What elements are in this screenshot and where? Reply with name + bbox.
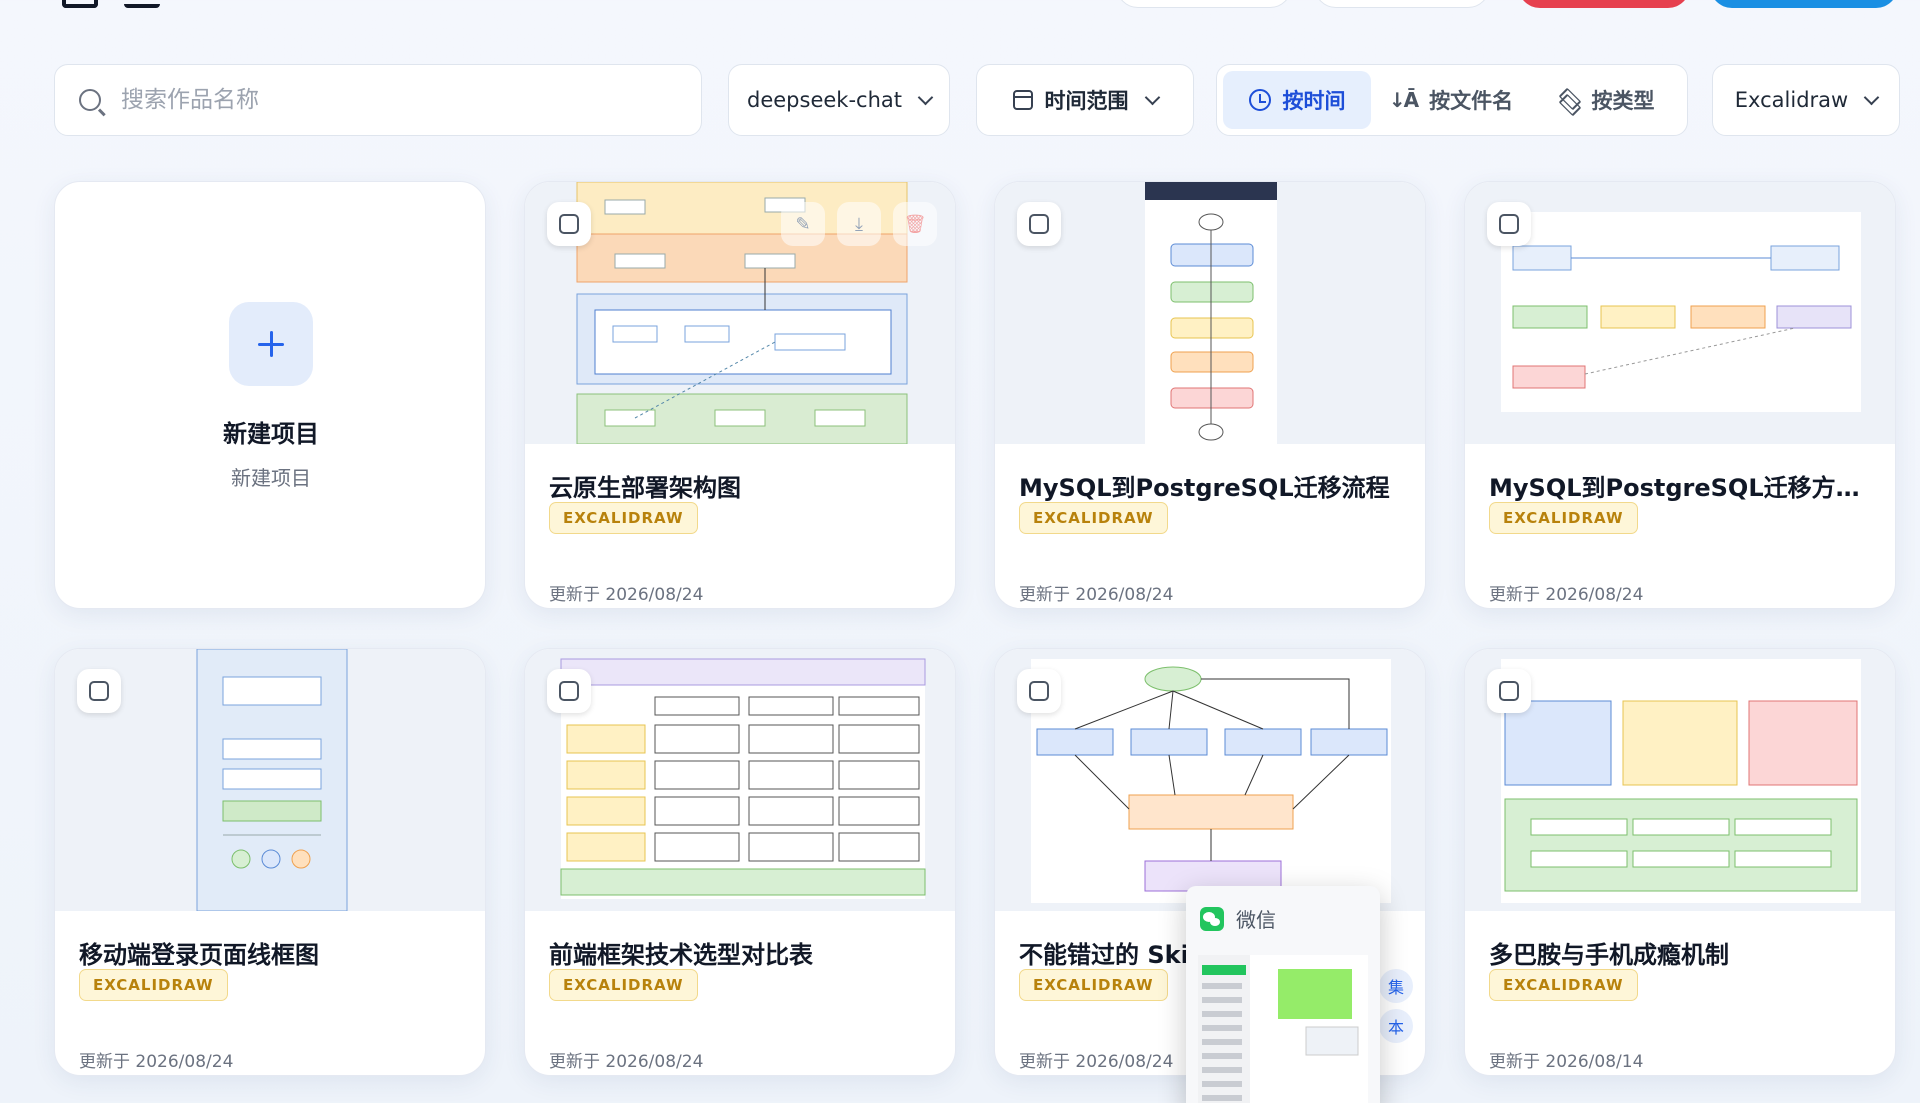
time-range-select[interactable]: 时间范围: [976, 64, 1194, 136]
chevron-down-icon: [1863, 89, 1880, 105]
project-card[interactable]: ✎ ⤓ 🗑 云原生部署架构图 EXCALIDRAW 更新于 2026/08/24: [524, 181, 956, 609]
plus-icon: [229, 302, 313, 386]
filter-bar: deepseek-chat 时间范围 按时间 ↓Ā 按文件名 按类型 Excal…: [54, 64, 1900, 136]
project-card[interactable]: 多巴胺与手机成瘾机制 EXCALIDRAW 更新于 2026/08/14: [1464, 648, 1896, 1076]
select-checkbox[interactable]: [1017, 202, 1061, 246]
model-select-value: deepseek-chat: [747, 88, 902, 112]
select-checkbox[interactable]: [77, 669, 121, 713]
sort-toggle: 按时间 ↓Ā 按文件名 按类型: [1216, 64, 1688, 136]
select-checkbox[interactable]: [547, 202, 591, 246]
updated-date: 更新于 2026/08/24: [549, 1052, 704, 1072]
sort-by-type[interactable]: 按类型: [1531, 71, 1681, 129]
edit-icon[interactable]: ✎: [781, 202, 825, 246]
search-input[interactable]: [121, 87, 681, 113]
select-checkbox[interactable]: [1017, 669, 1061, 713]
chevron-down-icon: [1144, 89, 1160, 105]
top-toolbar: [0, 0, 1920, 10]
wechat-header: 微信: [1186, 886, 1380, 943]
updated-date: 更新于 2026/08/24: [549, 585, 704, 605]
new-project-subtitle: 新建项目: [231, 466, 311, 490]
type-badge: EXCALIDRAW: [1019, 969, 1168, 1001]
type-badge: EXCALIDRAW: [549, 502, 698, 534]
updated-date: 更新于 2026/08/14: [1489, 1052, 1644, 1072]
project-title: MySQL到PostgreSQL迁移流程: [1019, 474, 1390, 502]
delete-icon[interactable]: 🗑: [893, 202, 937, 246]
updated-date: 更新于 2026/08/24: [1019, 585, 1174, 605]
project-card[interactable]: 移动端登录页面线框图 EXCALIDRAW 更新于 2026/08/24: [54, 648, 486, 1076]
project-card[interactable]: 前端框架技术选型对比表 EXCALIDRAW 更新于 2026/08/24: [524, 648, 956, 1076]
select-checkbox[interactable]: [1487, 202, 1531, 246]
sort-by-filename-label: 按文件名: [1429, 89, 1514, 113]
sort-alpha-icon: ↓Ā: [1388, 88, 1419, 112]
toolbar-button-1[interactable]: [1116, 0, 1292, 8]
project-title: 云原生部署架构图: [549, 474, 741, 502]
wechat-label: 微信: [1236, 908, 1276, 932]
updated-date: 更新于 2026/08/24: [1489, 585, 1644, 605]
type-badge: EXCALIDRAW: [549, 969, 698, 1001]
project-card[interactable]: MySQL到PostgreSQL迁移方案示... EXCALIDRAW 更新于 …: [1464, 181, 1896, 609]
project-title: 多巴胺与手机成瘾机制: [1489, 941, 1729, 969]
toolbar-primary-button[interactable]: [1710, 0, 1898, 8]
time-range-label: 时间范围: [1044, 89, 1129, 113]
model-select[interactable]: deepseek-chat: [728, 64, 950, 136]
menu-icon[interactable]: [124, 0, 160, 8]
sort-by-time-label: 按时间: [1282, 89, 1346, 113]
editor-select-value: Excalidraw: [1734, 88, 1849, 112]
sort-by-type-label: 按类型: [1591, 89, 1655, 113]
download-icon[interactable]: ⤓: [837, 202, 881, 246]
peek-button-2[interactable]: 本: [1379, 1009, 1413, 1043]
wechat-icon: [1200, 906, 1224, 931]
select-checkbox[interactable]: [1487, 669, 1531, 713]
project-title: 不能错过的 Skil: [1019, 941, 1198, 969]
editor-select[interactable]: Excalidraw: [1712, 64, 1900, 136]
wechat-preview-thumbnail: [1198, 955, 1368, 1103]
project-title: MySQL到PostgreSQL迁移方案示...: [1489, 474, 1881, 502]
chevron-down-icon: [917, 89, 934, 105]
search-icon: [79, 89, 101, 111]
project-title: 移动端登录页面线框图: [79, 941, 319, 969]
updated-date: 更新于 2026/08/24: [1019, 1052, 1174, 1072]
calendar-icon: [1012, 90, 1033, 110]
sort-by-time[interactable]: 按时间: [1223, 71, 1371, 129]
updated-date: 更新于 2026/08/24: [79, 1052, 234, 1072]
toolbar-button-2[interactable]: [1314, 0, 1490, 8]
peek-button-1[interactable]: 集: [1379, 969, 1413, 1003]
folder-icon[interactable]: [62, 0, 98, 8]
project-card[interactable]: MySQL到PostgreSQL迁移流程 EXCALIDRAW 更新于 2026…: [994, 181, 1426, 609]
type-badge: EXCALIDRAW: [1489, 502, 1638, 534]
toolbar-danger-button[interactable]: [1518, 0, 1690, 8]
type-badge: EXCALIDRAW: [79, 969, 228, 1001]
type-badge: EXCALIDRAW: [1489, 969, 1638, 1001]
search-box[interactable]: [54, 64, 702, 136]
layers-icon: [1558, 89, 1580, 111]
card-actions: ✎ ⤓ 🗑: [781, 202, 937, 246]
sort-by-filename[interactable]: ↓Ā 按文件名: [1371, 71, 1531, 129]
new-project-card[interactable]: 新建项目 新建项目: [54, 181, 486, 609]
new-project-title: 新建项目: [223, 420, 319, 448]
select-checkbox[interactable]: [547, 669, 591, 713]
project-title: 前端框架技术选型对比表: [549, 941, 813, 969]
wechat-window-preview[interactable]: 微信: [1186, 886, 1380, 1103]
clock-icon: [1248, 89, 1271, 111]
type-badge: EXCALIDRAW: [1019, 502, 1168, 534]
